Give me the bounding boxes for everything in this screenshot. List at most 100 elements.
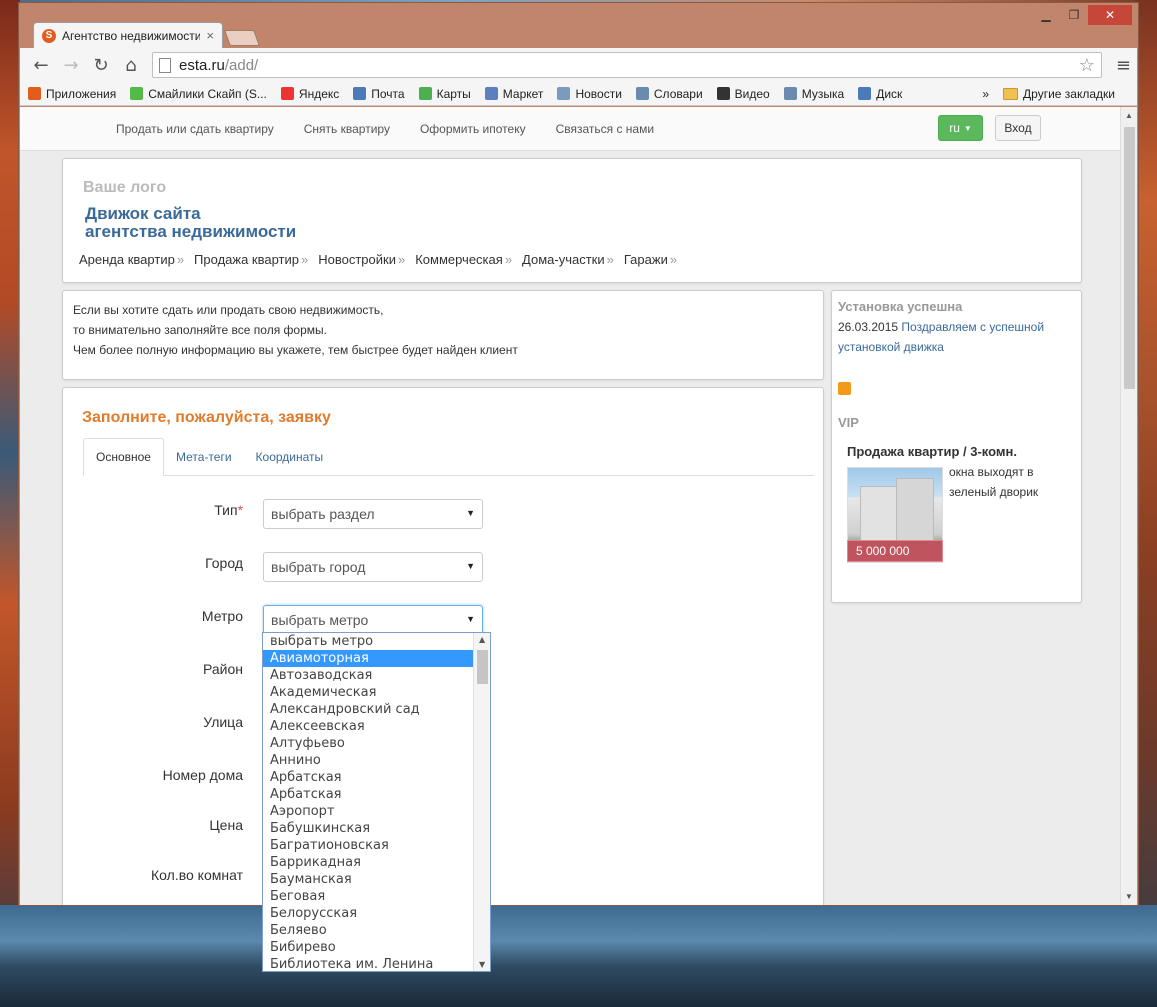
metro-select[interactable]: выбрать метро ▼ xyxy=(263,605,483,635)
dropdown-arrow-icon: ▼ xyxy=(466,508,475,518)
topnav-link[interactable]: Снять квартиру xyxy=(304,122,390,136)
metro-option[interactable]: Бибирево xyxy=(263,939,474,956)
window-controls: ▁ ❐ ✕ xyxy=(1032,5,1132,27)
raquo-icon: » xyxy=(176,252,185,267)
close-icon[interactable]: ✕ xyxy=(1088,5,1132,25)
tab-basic[interactable]: Основное xyxy=(83,438,164,476)
type-select[interactable]: выбрать раздел ▼ xyxy=(263,499,483,529)
dropdown-scroll-thumb[interactable] xyxy=(477,650,488,684)
topnav-link[interactable]: Связаться с нами xyxy=(556,122,654,136)
metro-option[interactable]: Аэропорт xyxy=(263,803,474,820)
required-marker: * xyxy=(237,502,243,518)
bookmark-label: Музыка xyxy=(801,86,845,101)
vip-listing-price: 5 000 000 xyxy=(847,540,943,562)
raquo-icon: » xyxy=(504,252,513,267)
topnav-link[interactable]: Оформить ипотеку xyxy=(420,122,526,136)
bookmark-star-icon[interactable]: ☆ xyxy=(1079,55,1095,76)
metro-option[interactable]: Алексеевская xyxy=(263,718,474,735)
metro-option[interactable]: Бабушкинская xyxy=(263,820,474,837)
metro-option[interactable]: Александровский сад xyxy=(263,701,474,718)
metro-option[interactable]: Алтуфьево xyxy=(263,735,474,752)
browser-window: ▁ ❐ ✕ S Агентство недвижимости × ← → ↻ ⌂… xyxy=(18,2,1139,906)
forward-icon[interactable]: → xyxy=(56,55,86,76)
address-bar[interactable]: esta.ru /add/ ☆ xyxy=(152,52,1102,78)
bookmark-item[interactable]: Маркет xyxy=(484,87,543,101)
scroll-up-icon[interactable]: ▲ xyxy=(479,635,485,644)
bookmarks-more-icon[interactable]: » xyxy=(982,87,989,101)
vip-listing-title[interactable]: Продажа квартир / 3-комн. xyxy=(847,444,1017,459)
form-tabs: Основное Мета-теги Координаты xyxy=(83,438,814,476)
topnav-link[interactable]: Продать или сдать квартиру xyxy=(116,122,274,136)
metro-label: Метро xyxy=(201,608,243,624)
site-title[interactable]: Движок сайта агентства недвижимости xyxy=(85,205,296,241)
login-button[interactable]: Вход xyxy=(995,115,1041,141)
metro-option[interactable]: Белорусская xyxy=(263,905,474,922)
metro-option[interactable]: Библиотека им. Ленина xyxy=(263,956,474,971)
mainnav-item[interactable]: Дома-участки» xyxy=(522,252,614,267)
language-dropdown-button[interactable]: ru ▼ xyxy=(938,115,983,141)
scrollbar-thumb[interactable] xyxy=(1124,127,1135,389)
bookmark-favicon-icon xyxy=(858,87,872,100)
metro-option[interactable]: Арбатская xyxy=(263,786,474,803)
back-icon[interactable]: ← xyxy=(26,55,56,76)
mainnav-item[interactable]: Гаражи» xyxy=(624,252,677,267)
new-tab-button[interactable] xyxy=(224,30,260,46)
metro-option[interactable]: Багратионовская xyxy=(263,837,474,854)
tab-coordinates[interactable]: Координаты xyxy=(244,438,336,476)
bookmark-item[interactable]: Словари xyxy=(635,86,703,101)
metro-option[interactable]: Аннино xyxy=(263,752,474,769)
mainnav-item[interactable]: Коммерческая» xyxy=(415,252,512,267)
bookmark-favicon-icon xyxy=(635,87,649,100)
home-icon[interactable]: ⌂ xyxy=(116,55,146,76)
maximize-icon[interactable]: ❐ xyxy=(1060,5,1088,25)
minimize-icon[interactable]: ▁ xyxy=(1032,5,1060,25)
metro-dropdown-list[interactable]: выбрать метро Авиамоторная Автозаводская Ак… xyxy=(262,632,491,972)
metro-option[interactable]: Беговая xyxy=(263,888,474,905)
browser-tab[interactable]: S Агентство недвижимости × xyxy=(33,22,223,48)
scroll-down-icon[interactable]: ▼ xyxy=(1125,892,1133,901)
bookmark-label: Словари xyxy=(653,86,703,101)
news-item: 26.03.2015 Поздравляем с успешной устано… xyxy=(838,320,1045,354)
dropdown-scrollbar[interactable]: ▲ ▼ xyxy=(473,633,490,971)
tab-close-icon[interactable]: × xyxy=(206,28,214,43)
bookmark-label: Яндекс xyxy=(298,86,340,101)
raquo-icon: » xyxy=(606,252,614,267)
logo-placeholder[interactable]: Ваше лого xyxy=(83,179,166,197)
scroll-down-icon[interactable]: ▼ xyxy=(479,960,485,969)
other-bookmarks-folder[interactable]: Другие закладки xyxy=(1003,87,1115,101)
metro-option[interactable]: Баррикадная xyxy=(263,854,474,871)
metro-option[interactable]: Арбатская xyxy=(263,769,474,786)
bookmark-item[interactable]: Смайлики Скайп (S... xyxy=(130,87,267,101)
bookmark-item[interactable]: Новости xyxy=(557,87,622,101)
bookmark-item[interactable]: Видео xyxy=(716,87,770,101)
mainnav-item[interactable]: Новостройки» xyxy=(318,252,405,267)
rss-icon[interactable] xyxy=(838,382,851,395)
metro-option[interactable]: выбрать метро xyxy=(263,633,474,650)
tab-meta-tags[interactable]: Мета-теги xyxy=(164,438,244,476)
metro-option[interactable]: Автозаводская xyxy=(263,667,474,684)
metro-option[interactable]: Академическая xyxy=(263,684,474,701)
dropdown-arrow-icon: ▼ xyxy=(466,614,475,624)
menu-icon[interactable]: ≡ xyxy=(1116,55,1131,76)
bookmark-item[interactable]: Почта xyxy=(353,87,405,101)
bookmark-favicon-icon xyxy=(783,87,797,100)
bookmark-item[interactable]: Музыка xyxy=(783,86,845,101)
bookmark-item[interactable]: Яндекс xyxy=(280,86,340,101)
page-scrollbar[interactable]: ▲ ▼ xyxy=(1120,107,1137,905)
street-label: Улица xyxy=(203,714,243,730)
mainnav-item[interactable]: Аренда квартир» xyxy=(79,252,184,267)
bookmark-item[interactable]: Карты xyxy=(418,87,471,101)
bookmark-favicon-icon xyxy=(28,87,41,100)
mainnav-item[interactable]: Продажа квартир» xyxy=(194,252,308,267)
city-select[interactable]: выбрать город ▼ xyxy=(263,552,483,582)
bookmark-label: Приложения xyxy=(46,86,117,101)
metro-option[interactable]: Авиамоторная xyxy=(263,650,474,667)
scroll-up-icon[interactable]: ▲ xyxy=(1125,111,1133,120)
district-label: Район xyxy=(203,661,243,677)
bookmark-item[interactable]: Диск xyxy=(858,87,902,101)
metro-option[interactable]: Бауманская xyxy=(263,871,474,888)
tab-strip: S Агентство недвижимости × xyxy=(33,22,260,48)
metro-option[interactable]: Беляево xyxy=(263,922,474,939)
bookmark-item[interactable]: Приложения xyxy=(28,87,116,101)
reload-icon[interactable]: ↻ xyxy=(86,55,116,76)
